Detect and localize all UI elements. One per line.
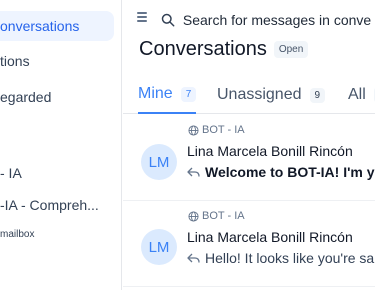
sidebar-item-inbox-bot-ia[interactable]: - IA <box>0 158 114 188</box>
contact-name: Lina Marcela Bonill Rincón <box>187 143 353 159</box>
conversation-inbox: BOT - IA <box>188 124 245 136</box>
tab-unassigned[interactable]: Unassigned 9 <box>217 76 326 114</box>
sidebar-item-unattended[interactable]: egarded <box>0 82 114 112</box>
main-panel: Conversations Open Mine 7 Unassigned 9 A… <box>123 0 375 290</box>
sidebar: onversations tions egarded - IA -IA - Co… <box>0 0 122 290</box>
sidebar-item-label: onversations <box>0 18 80 34</box>
last-message-text: Welcome to BOT-IA! I'm y <box>205 164 375 180</box>
reply-icon <box>187 253 200 263</box>
inbox-label: BOT - IA <box>202 124 245 136</box>
conversation-item[interactable]: BOT - IA LM Lina Marcela Bonill Rincón H… <box>123 201 375 287</box>
reply-icon <box>187 167 200 177</box>
title-row: Conversations Open <box>139 38 309 61</box>
globe-icon <box>188 124 199 136</box>
avatar: LM <box>141 144 177 180</box>
search-icon <box>161 13 175 27</box>
tab-mine[interactable]: Mine 7 <box>138 76 197 114</box>
menu-icon[interactable] <box>137 12 147 22</box>
search-input[interactable] <box>182 12 375 28</box>
page-title: Conversations <box>139 38 267 60</box>
contact-name: Lina Marcela Bonill Rincón <box>187 229 353 245</box>
inbox-label: BOT - IA <box>202 210 245 222</box>
tab-label: Mine <box>138 85 173 102</box>
top-bar <box>123 0 375 40</box>
tab-all[interactable]: All <box>348 76 375 114</box>
last-message: Hello! It looks like you're sa <box>187 250 374 266</box>
conversation-inbox: BOT - IA <box>188 210 245 222</box>
assignee-tabs: Mine 7 Unassigned 9 All <box>123 76 375 114</box>
sidebar-item-label: tions <box>0 53 30 69</box>
sidebar-item-label: - IA <box>0 165 22 181</box>
status-filter-badge[interactable]: Open <box>273 41 309 58</box>
sidebar-item-inbox-bot-ia-compreh[interactable]: -IA - Compreh... <box>0 190 114 220</box>
tab-count: 7 <box>180 86 197 102</box>
sidebar-item-label: egarded <box>0 89 52 105</box>
sidebar-item-mentions[interactable]: tions <box>0 46 114 76</box>
tab-label: Unassigned <box>217 86 302 103</box>
last-message-text: Hello! It looks like you're sa <box>205 250 375 266</box>
sidebar-footer-label: mailbox <box>0 229 35 240</box>
tab-label: All <box>348 86 366 103</box>
sidebar-item-label: -IA - Compreh... <box>0 197 99 213</box>
search-box[interactable] <box>161 7 375 33</box>
tab-count: 9 <box>309 87 326 103</box>
avatar: LM <box>141 229 177 265</box>
last-message: Welcome to BOT-IA! I'm y <box>187 164 375 180</box>
sidebar-item-conversations[interactable]: onversations <box>0 11 114 41</box>
globe-icon <box>188 210 199 222</box>
conversation-item[interactable]: BOT - IA LM Lina Marcela Bonill Rincón W… <box>123 115 375 201</box>
